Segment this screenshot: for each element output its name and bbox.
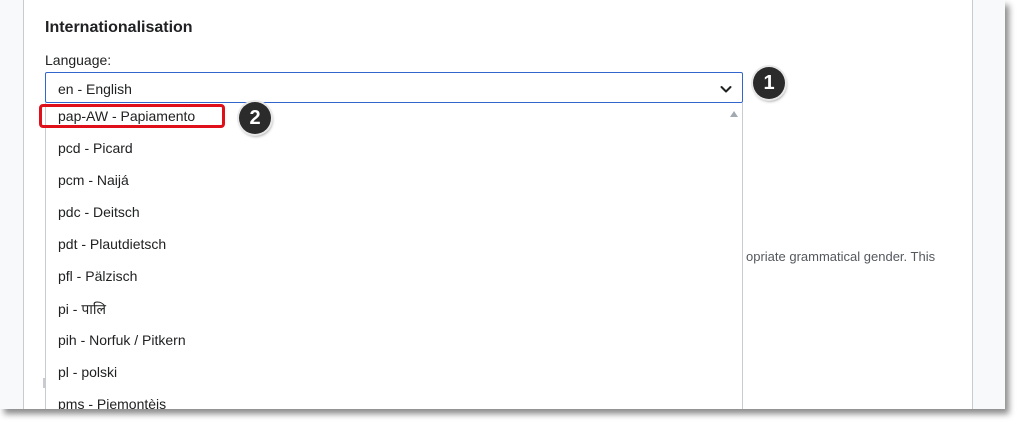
language-dropdown-list[interactable]: pap-AW - Papiamento pcd - Picard pcm - N…	[45, 103, 743, 409]
scroll-up-arrow-icon[interactable]	[730, 111, 738, 117]
language-selected-value: en - English	[58, 81, 132, 97]
language-label: Language:	[45, 52, 112, 68]
highlight-box	[39, 104, 225, 128]
option-pdc[interactable]: pdc - Deitsch	[58, 204, 140, 224]
callout-badge-1: 1	[753, 67, 785, 99]
option-pdt[interactable]: pdt - Plautdietsch	[58, 236, 166, 256]
chevron-down-icon	[720, 86, 732, 93]
option-pi[interactable]: pi - पालि	[58, 300, 106, 320]
section-title: Internationalisation	[45, 19, 193, 36]
option-pcm[interactable]: pcm - Naijá	[58, 172, 129, 192]
option-pms[interactable]: pms - Piemontèis	[58, 396, 166, 409]
callout-badge-2: 2	[239, 102, 271, 134]
option-pl[interactable]: pl - polski	[58, 364, 117, 384]
option-pfl[interactable]: pfl - Pälzisch	[58, 268, 137, 288]
language-select[interactable]: en - English	[45, 72, 743, 103]
gender-help-text: opriate grammatical gender. This	[746, 249, 936, 264]
screenshot-frame: Internationalisation Language: opriate g…	[0, 0, 1005, 409]
option-pcd[interactable]: pcd - Picard	[58, 140, 133, 160]
option-pih[interactable]: pih - Norfuk / Pitkern	[58, 332, 186, 352]
